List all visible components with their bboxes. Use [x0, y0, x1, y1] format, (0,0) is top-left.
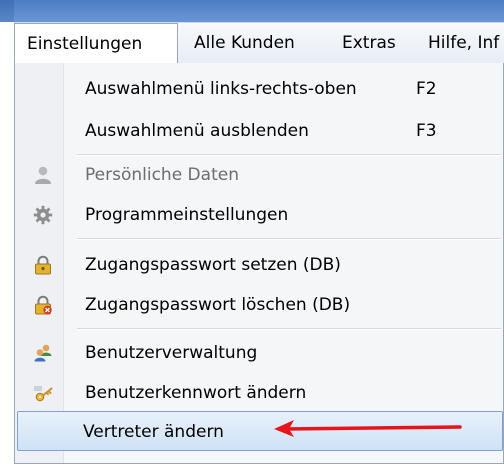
menu-item-label: Auswahlmenü ausblenden: [85, 121, 309, 141]
menu-item-auswahlmenue-lro[interactable]: Auswahlmenü links-rechts-oben F2: [17, 69, 503, 109]
annotation-arrow: [274, 420, 462, 437]
menu-item-shortcut: F3: [416, 121, 437, 141]
window-title-bar: [0, 0, 504, 22]
menu-item-label: Auswahlmenü links-rechts-oben: [85, 79, 357, 99]
window-left-edge: [0, 0, 14, 22]
lock-icon: [35, 255, 51, 275]
person-icon: [35, 166, 51, 184]
menu-item-label: Benutzerkennwort ändern: [85, 383, 307, 403]
menu-einstellungen[interactable]: Einstellungen: [14, 23, 178, 65]
key-icon: [34, 386, 53, 402]
menu-item-zugangspasswort-setzen[interactable]: Zugangspasswort setzen (DB): [17, 245, 503, 285]
menu-extras[interactable]: Extras: [330, 23, 408, 64]
menu-hilfe[interactable]: Hilfe, Inf: [416, 23, 504, 64]
menu-item-benutzerverwaltung[interactable]: Benutzerverwaltung: [17, 333, 503, 373]
menu-bar: Einstellungen Alle Kunden Extras Hilfe, …: [14, 22, 504, 65]
menu-item-label: Persönliche Daten: [85, 165, 239, 185]
menu-item-label: Programmeinstellungen: [85, 205, 289, 225]
menu-alle-kunden[interactable]: Alle Kunden: [182, 23, 307, 64]
menu-item-label: Zugangspasswort setzen (DB): [85, 255, 341, 275]
menu-separator: [77, 238, 501, 240]
menu-item-auswahlmenue-ausblenden[interactable]: Auswahlmenü ausblenden F3: [17, 111, 503, 151]
lock-delete-icon: [35, 295, 52, 315]
menu-item-shortcut: F2: [416, 79, 437, 99]
gear-icon: [33, 205, 53, 225]
users-icon: [34, 344, 52, 362]
einstellungen-dropdown: Auswahlmenü links-rechts-oben F2 Auswahl…: [14, 63, 504, 464]
menu-item-persoenliche-daten: Persönliche Daten: [17, 155, 503, 195]
menu-item-label: Zugangspasswort löschen (DB): [85, 295, 351, 315]
menu-item-benutzerkennwort-aendern[interactable]: Benutzerkennwort ändern: [17, 373, 503, 413]
menu-separator: [77, 328, 501, 330]
menu-item-label: Vertreter ändern: [83, 422, 224, 442]
menu-item-programmeinstellungen[interactable]: Programmeinstellungen: [17, 195, 503, 235]
menu-item-label: Benutzerverwaltung: [85, 343, 258, 363]
menu-item-zugangspasswort-loeschen[interactable]: Zugangspasswort löschen (DB): [17, 285, 503, 325]
